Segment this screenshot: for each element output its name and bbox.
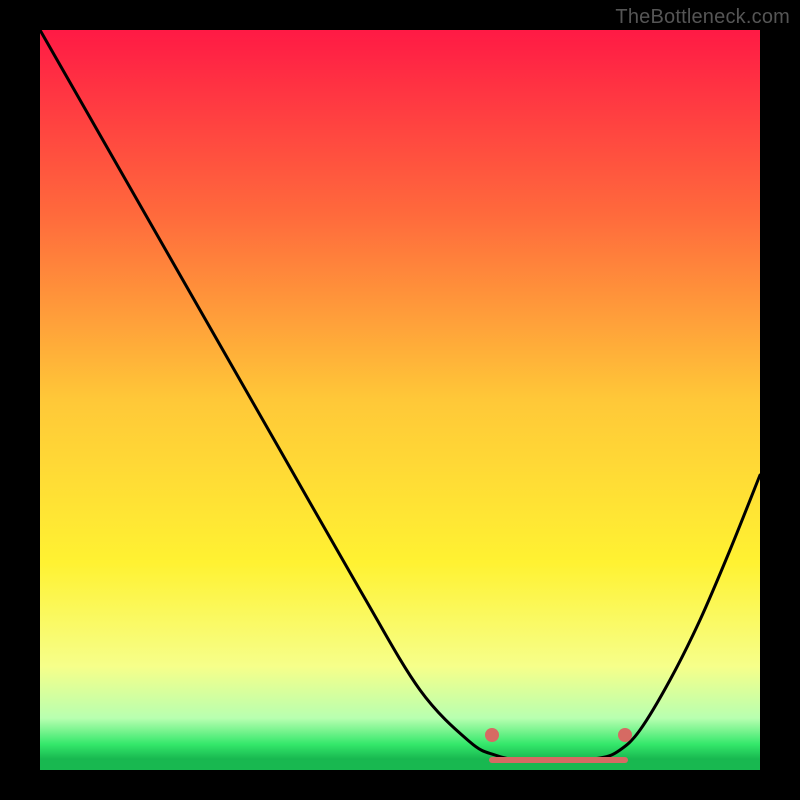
chart-container: TheBottleneck.com <box>0 0 800 800</box>
valley-marker-dot-left <box>485 728 499 742</box>
valley-marker-dot-right <box>618 728 632 742</box>
watermark-text: TheBottleneck.com <box>615 6 790 29</box>
chart-svg <box>0 0 800 800</box>
